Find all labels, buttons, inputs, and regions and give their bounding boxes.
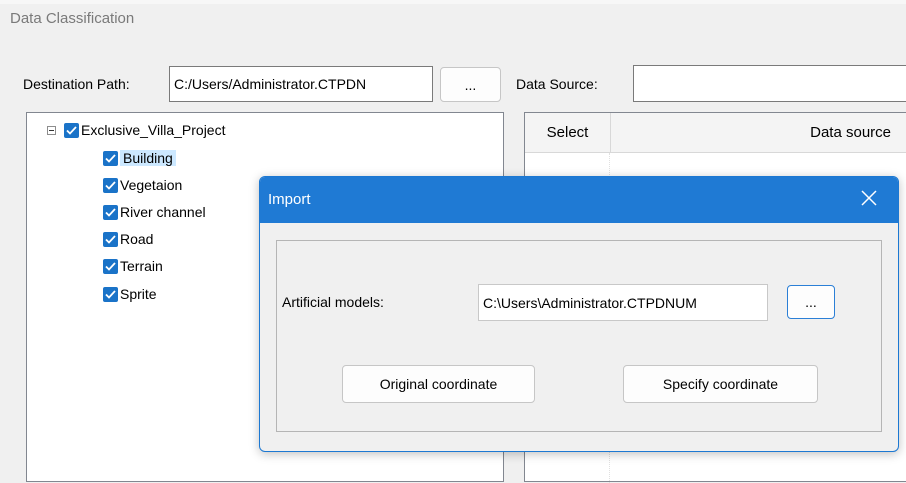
tree-item-building[interactable]: Building — [103, 147, 176, 169]
tree-item-river-channel[interactable]: River channel — [103, 201, 206, 223]
tree-item-terrain[interactable]: Terrain — [103, 255, 163, 277]
artificial-models-input[interactable]: C:\Users\Administrator.CTPDNUM — [478, 284, 768, 321]
tree-item-label: Terrain — [120, 258, 163, 274]
tree-item-vegetaion[interactable]: Vegetaion — [103, 174, 182, 196]
tree-item-label: Sprite — [120, 286, 157, 302]
artificial-models-browse-button[interactable]: ... — [787, 285, 835, 319]
tree-item-label: Road — [120, 231, 154, 247]
dialog-title-bar: Import — [260, 177, 898, 223]
window-title: Data Classification — [10, 10, 135, 27]
checkbox-checked-icon[interactable] — [103, 258, 118, 274]
tree-item-label: Building — [120, 150, 176, 166]
dialog-content-group: Artificial models: C:\Users\Administrato… — [276, 240, 882, 432]
destination-path-input[interactable]: C:/Users/Administrator.CTPDN — [169, 66, 433, 102]
column-header-data-source[interactable]: Data source — [611, 113, 906, 153]
column-header-select[interactable]: Select — [525, 113, 611, 153]
destination-path-label: Destination Path: — [23, 76, 130, 92]
dialog-title: Import — [268, 191, 311, 208]
artificial-models-label: Artificial models: — [282, 294, 384, 310]
checkbox-checked-icon[interactable] — [103, 286, 118, 302]
data-source-label: Data Source: — [516, 76, 598, 92]
destination-browse-button[interactable]: ... — [440, 67, 501, 102]
close-icon[interactable] — [860, 189, 882, 211]
window-top-edge — [0, 0, 906, 4]
tree-item-label: River channel — [120, 204, 206, 220]
specify-coordinate-button[interactable]: Specify coordinate — [623, 365, 818, 403]
checkbox-checked-icon[interactable] — [103, 177, 118, 193]
tree-item-label: Vegetaion — [120, 177, 183, 193]
data-source-input[interactable] — [633, 65, 906, 102]
checkbox-checked-icon[interactable] — [103, 150, 118, 166]
checkbox-checked-icon[interactable] — [103, 204, 118, 220]
import-dialog[interactable]: Import Artificial models: C:\Users\Admin… — [259, 176, 899, 452]
checkbox-checked-icon[interactable] — [103, 231, 118, 247]
original-coordinate-button[interactable]: Original coordinate — [342, 365, 535, 403]
tree-root-item[interactable]: Exclusive_Villa_Project — [47, 119, 225, 141]
collapse-icon[interactable] — [47, 125, 56, 135]
tree-root-label: Exclusive_Villa_Project — [81, 122, 226, 138]
tree-item-sprite[interactable]: Sprite — [103, 283, 157, 305]
checkbox-checked-icon[interactable] — [64, 122, 79, 138]
tree-item-road[interactable]: Road — [103, 228, 153, 250]
